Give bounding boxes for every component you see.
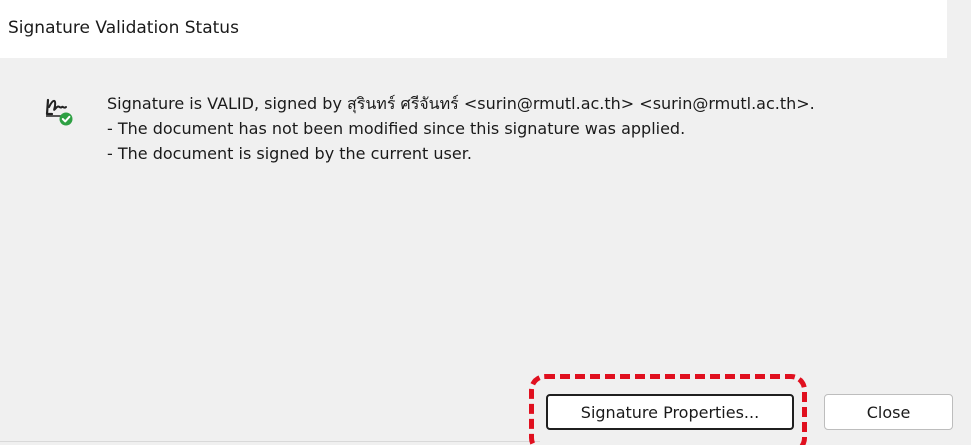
signature-validation-dialog: Signature Validation Status Signature is… — [0, 0, 971, 445]
title-bar: Signature Validation Status — [0, 0, 947, 58]
signer-status: - The document is signed by the current … — [107, 144, 472, 163]
modification-status: - The document has not been modified sin… — [107, 119, 686, 138]
validation-message: Signature is VALID, signed by สุรินทร์ ศ… — [107, 91, 815, 166]
validation-summary: Signature is VALID, signed by สุรินทร์ ศ… — [107, 94, 815, 113]
dialog-title: Signature Validation Status — [8, 18, 239, 38]
divider — [0, 441, 540, 442]
signature-properties-button[interactable]: Signature Properties... — [546, 394, 794, 430]
close-button[interactable]: Close — [824, 394, 953, 430]
signature-valid-icon — [45, 98, 73, 126]
